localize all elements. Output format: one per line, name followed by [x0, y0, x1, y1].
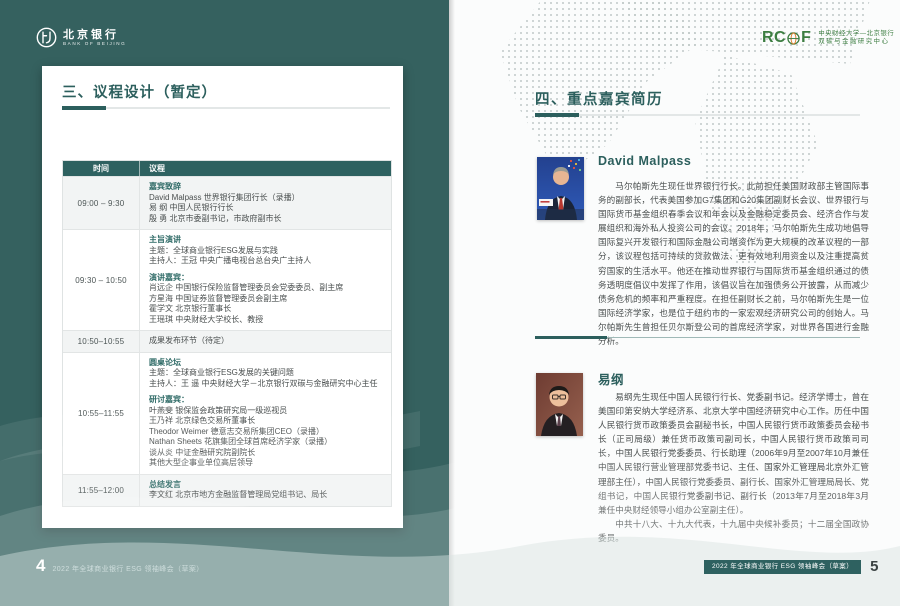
rccf-logo: RC F 中央财经大学—北京银行 双碳与金融研究中心: [762, 29, 894, 47]
agenda-line: Theodor Weimer 德意志交易所集团CEO（录播）: [149, 427, 383, 438]
agenda-line: 霍学文 北京银行董事长: [149, 304, 383, 315]
bio-paragraph: 中共十八大、十九大代表，十九届中央候补委员；十二届全国政协委员。: [598, 517, 869, 545]
agenda-heading: 主旨演讲: [149, 235, 383, 246]
footer-text: 2022 年全球商业银行 ESG 领袖峰会（草案）: [704, 560, 861, 574]
page-number: 4: [36, 556, 45, 576]
right-page-footer: 2022 年全球商业银行 ESG 领袖峰会（草案） 5: [704, 558, 878, 575]
footer-text: 2022 年全球商业银行 ESG 领袖峰会（草案）: [52, 564, 203, 574]
bank-name-en: BANK OF BEIJING: [63, 41, 126, 47]
agenda-table: 时间 议程 09:00 – 9:30 嘉宾致辞 David Malpass 世界…: [62, 160, 392, 507]
panel-seam-shadow: [449, 0, 455, 606]
table-row: 10:55–11:55 圆桌论坛 主题：全球商业银行ESG发展的关键问题 主持人…: [63, 352, 391, 474]
agenda-time: 10:55–11:55: [63, 353, 140, 474]
underline-track: [106, 107, 390, 109]
underline-accent: [62, 106, 106, 110]
agenda-heading: 圆桌论坛: [149, 358, 383, 369]
left-page-title: 三、议程设计（暂定）: [62, 81, 217, 102]
rccf-acronym-left: RC: [762, 29, 786, 47]
table-row: 09:30 – 10:50 主旨演讲 主题：全球商业银行ESG发展与实践 主持人…: [63, 229, 391, 330]
bank-of-beijing-logo-icon: [36, 27, 57, 48]
col-header-agenda: 议程: [140, 161, 391, 176]
agenda-line: David Malpass 世界银行集团行长（录播）: [149, 193, 383, 204]
bio-paragraph: 马尔帕斯先生现任世界银行行长。此前担任美国财政部主管国际事务的副部长，代表美国参…: [598, 179, 869, 348]
agenda-cell: 总结发言 李文红 北京市地方金融监督管理局党组书记、局长: [140, 475, 391, 506]
david-malpass-photo: [537, 157, 584, 220]
speaker-name: 易纲: [598, 369, 624, 388]
page-number: 5: [870, 558, 878, 575]
bank-name-cn: 北京银行: [63, 29, 126, 41]
agenda-cell: 主旨演讲 主题：全球商业银行ESG发展与实践 主持人：王冠 中央广播电视台总台央…: [140, 230, 391, 330]
speaker-name: David Malpass: [598, 154, 691, 168]
agenda-cell: 圆桌论坛 主题：全球商业银行ESG发展的关键问题 主持人：王 遥 中央财经大学－…: [140, 353, 391, 474]
speaker-bio: 易纲先生现任中国人民银行行长、党委副书记。经济学博士，曾在美国印第安纳大学经济系…: [598, 390, 869, 545]
agenda-table-header: 时间 议程: [63, 161, 391, 176]
brochure-spread: 北京银行 BANK OF BEIJING RC F 中央财经大学—北京银行 双碳…: [0, 0, 900, 606]
bank-of-beijing-logo-text: 北京银行 BANK OF BEIJING: [63, 29, 126, 47]
agenda-line: 王乃祥 北京绿色交易所董事长: [149, 416, 383, 427]
divider-accent: [535, 336, 607, 339]
agenda-line: 主题：全球商业银行ESG发展与实践: [149, 246, 383, 257]
bank-of-beijing-logo: 北京银行 BANK OF BEIJING: [36, 27, 126, 48]
rccf-acronym: RC F: [762, 29, 811, 47]
section-divider: [535, 336, 860, 339]
table-row: 11:55–12:00 总结发言 李文红 北京市地方金融监督管理局党组书记、局长: [63, 474, 391, 506]
agenda-time: 09:00 – 9:30: [63, 177, 140, 229]
agenda-line: 易 纲 中国人民银行行长: [149, 203, 383, 214]
speaker-bio: 马尔帕斯先生现任世界银行行长。此前担任美国财政部主管国际事务的副部长，代表美国参…: [598, 179, 869, 348]
title-underline: [62, 106, 390, 110]
divider-track: [607, 337, 860, 338]
agenda-heading: 演讲嘉宾：: [149, 273, 383, 284]
agenda-line: 叶燕斐 银保监会政策研究局一级巡视员: [149, 406, 383, 417]
underline-track: [579, 114, 860, 116]
rccf-org-line2: 双碳与金融研究中心: [818, 38, 894, 47]
table-row: 10:50–10:55 成果发布环节（待定）: [63, 330, 391, 352]
agenda-line: 肖远企 中国银行保险监督管理委员会党委委员、副主席: [149, 283, 383, 294]
agenda-time: 09:30 – 10:50: [63, 230, 140, 330]
agenda-line: 成果发布环节（待定）: [149, 336, 383, 347]
agenda-line: 主持人：王 遥 中央财经大学－北京银行双碳与金融研究中心主任: [149, 379, 383, 390]
col-header-time: 时间: [63, 161, 140, 176]
agenda-line: 李文红 北京市地方金融监督管理局党组书记、局长: [149, 490, 383, 501]
globe-icon: [787, 32, 800, 45]
rccf-org-line1: 中央财经大学—北京银行: [818, 30, 894, 39]
agenda-line: Nathan Sheets 花旗集团全球首席经济学家（录播）: [149, 437, 383, 448]
rccf-org-text: 中央财经大学—北京银行 双碳与金融研究中心: [818, 30, 894, 47]
agenda-line: 主持人：王冠 中央广播电视台总台央广主持人: [149, 256, 383, 267]
agenda-line: 谈从炎 中证金融研究院副院长: [149, 448, 383, 459]
agenda-line: 王瑶琪 中央财经大学校长、教授: [149, 315, 383, 326]
title-underline: [535, 113, 860, 117]
agenda-line: 其他大型企事业单位高层领导: [149, 458, 383, 469]
rccf-acronym-right: F: [801, 29, 811, 47]
agenda-heading: 总结发言: [149, 480, 383, 491]
agenda-line: 方星海 中国证券监督管理委员会副主席: [149, 294, 383, 305]
bio-paragraph: 易纲先生现任中国人民银行行长、党委副书记。经济学博士，曾在美国印第安纳大学经济系…: [598, 390, 869, 517]
agenda-heading: 嘉宾致辞: [149, 182, 383, 193]
right-page-title: 四、重点嘉宾简历: [535, 88, 663, 109]
agenda-cell: 成果发布环节（待定）: [140, 331, 391, 352]
agenda-cell: 嘉宾致辞 David Malpass 世界银行集团行长（录播） 易 纲 中国人民…: [140, 177, 391, 229]
agenda-time: 11:55–12:00: [63, 475, 140, 506]
agenda-time: 10:50–10:55: [63, 331, 140, 352]
agenda-line: 殷 勇 北京市委副书记，市政府副市长: [149, 214, 383, 225]
left-page-footer: 4 2022 年全球商业银行 ESG 领袖峰会（草案）: [36, 556, 204, 576]
table-row: 09:00 – 9:30 嘉宾致辞 David Malpass 世界银行集团行长…: [63, 176, 391, 229]
agenda-heading: 研讨嘉宾：: [149, 395, 383, 406]
left-page: 三、议程设计（暂定） 时间 议程 09:00 – 9:30 嘉宾致辞 David…: [42, 66, 403, 528]
agenda-line: 主题：全球商业银行ESG发展的关键问题: [149, 368, 383, 379]
yi-gang-photo: [536, 373, 583, 436]
underline-accent: [535, 113, 579, 117]
